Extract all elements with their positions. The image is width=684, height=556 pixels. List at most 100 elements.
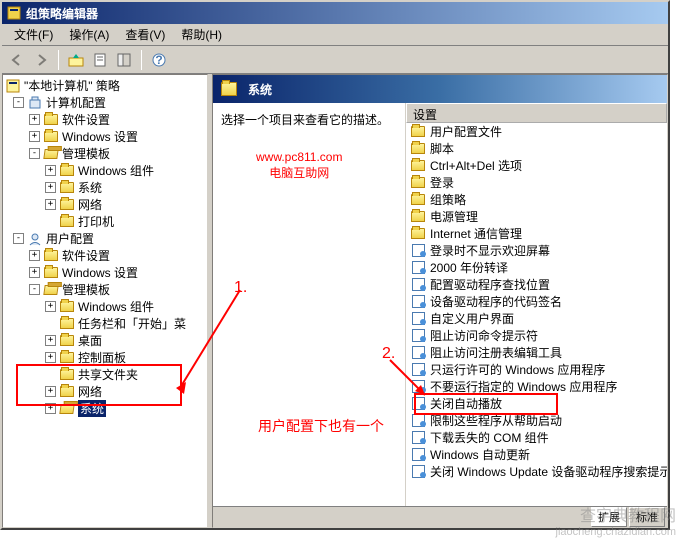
- folder-icon: [410, 210, 426, 224]
- list-item[interactable]: 配置驱动程序查找位置: [406, 276, 667, 293]
- expander[interactable]: -: [29, 284, 40, 295]
- tree-pane[interactable]: "本地计算机" 策略 - 计算机配置 + 软件设置 + Windows 设置 - 管理模…: [2, 74, 208, 528]
- folder-icon: [43, 249, 59, 263]
- list-item-label: 登录: [430, 174, 454, 191]
- list-item-label: Windows 自动更新: [430, 446, 530, 463]
- folder-icon: [59, 198, 75, 212]
- expander[interactable]: +: [45, 335, 56, 346]
- setting-icon: [410, 312, 426, 326]
- expander[interactable]: +: [45, 352, 56, 363]
- config-icon: [27, 232, 43, 246]
- list-item[interactable]: 2000 年份转译: [406, 259, 667, 276]
- list-item[interactable]: 关闭 Windows Update 设备驱动程序搜索提示: [406, 463, 667, 480]
- expander[interactable]: +: [45, 165, 56, 176]
- tree-item[interactable]: 管理模板: [62, 281, 110, 298]
- list-item[interactable]: 电源管理: [406, 208, 667, 225]
- tree-item[interactable]: 共享文件夹: [78, 366, 138, 383]
- tree-item[interactable]: Windows 设置: [62, 128, 138, 145]
- expander[interactable]: +: [45, 182, 56, 193]
- menu-file[interactable]: 文件(F): [6, 24, 61, 45]
- tree-item[interactable]: 任务栏和「开始」菜: [78, 315, 186, 332]
- folder-icon: [59, 164, 75, 178]
- list-item-label: Ctrl+Alt+Del 选项: [430, 157, 522, 174]
- list-item[interactable]: 只运行许可的 Windows 应用程序: [406, 361, 667, 378]
- list-item[interactable]: 阻止访问命令提示符: [406, 327, 667, 344]
- list-item[interactable]: 脚本: [406, 140, 667, 157]
- list-item[interactable]: 关闭自动播放: [406, 395, 667, 412]
- expander[interactable]: +: [45, 301, 56, 312]
- show-hide-button[interactable]: [113, 49, 135, 71]
- list-item[interactable]: 用户配置文件: [406, 123, 667, 140]
- help-button[interactable]: ?: [148, 49, 170, 71]
- right-title: 系统: [248, 81, 272, 98]
- app-icon: [6, 5, 22, 21]
- tree-item[interactable]: Windows 组件: [78, 162, 154, 179]
- folder-icon: [59, 317, 75, 331]
- setting-icon: [410, 397, 426, 411]
- tab-extended[interactable]: 扩展: [591, 507, 627, 527]
- menu-action[interactable]: 操作(A): [61, 24, 117, 45]
- tree-item[interactable]: 打印机: [78, 213, 114, 230]
- folder-icon: [59, 215, 75, 229]
- expander[interactable]: +: [29, 250, 40, 261]
- list-item[interactable]: 下载丢失的 COM 组件: [406, 429, 667, 446]
- folder-icon: [43, 266, 59, 280]
- right-header: 系统: [213, 75, 667, 103]
- window-title: 组策略编辑器: [26, 5, 98, 22]
- folder-icon: [43, 113, 59, 127]
- folder-icon: [59, 402, 75, 416]
- expander[interactable]: +: [29, 267, 40, 278]
- folder-icon: [59, 300, 75, 314]
- forward-button: [30, 49, 52, 71]
- expander[interactable]: -: [13, 97, 24, 108]
- list-item-label: 关闭自动播放: [430, 395, 502, 412]
- tree-item[interactable]: Windows 设置: [62, 264, 138, 281]
- description-text: 选择一个项目来查看它的描述。: [221, 113, 389, 127]
- list-item[interactable]: Windows 自动更新: [406, 446, 667, 463]
- list-item[interactable]: Internet 通信管理: [406, 225, 667, 242]
- list-item[interactable]: 不要运行指定的 Windows 应用程序: [406, 378, 667, 395]
- list-item[interactable]: 自定义用户界面: [406, 310, 667, 327]
- column-header-settings[interactable]: 设置: [406, 103, 667, 123]
- list-item-label: Internet 通信管理: [430, 225, 522, 242]
- tree-item[interactable]: 网络: [78, 383, 102, 400]
- list-item[interactable]: 组策略: [406, 191, 667, 208]
- tree-user-config[interactable]: 用户配置: [46, 230, 94, 247]
- tree-item[interactable]: 软件设置: [62, 111, 110, 128]
- tree-item[interactable]: 管理模板: [62, 145, 110, 162]
- tree-computer-config[interactable]: 计算机配置: [46, 94, 106, 111]
- properties-button[interactable]: [89, 49, 111, 71]
- list-item-label: 组策略: [430, 191, 466, 208]
- expander[interactable]: +: [29, 114, 40, 125]
- tree-item[interactable]: Windows 组件: [78, 298, 154, 315]
- menu-view[interactable]: 查看(V): [117, 24, 173, 45]
- expander[interactable]: -: [13, 233, 24, 244]
- tree-item-system-selected[interactable]: 系统: [78, 400, 106, 417]
- expander[interactable]: +: [45, 199, 56, 210]
- menu-help[interactable]: 帮助(H): [173, 24, 230, 45]
- list-item-label: 配置驱动程序查找位置: [430, 276, 550, 293]
- list-item[interactable]: 设备驱动程序的代码签名: [406, 293, 667, 310]
- list-item[interactable]: 阻止访问注册表编辑工具: [406, 344, 667, 361]
- tab-standard[interactable]: 标准: [629, 507, 665, 527]
- tree-item[interactable]: 软件设置: [62, 247, 110, 264]
- list-item[interactable]: 限制这些程序从帮助启动: [406, 412, 667, 429]
- list-item[interactable]: 登录: [406, 174, 667, 191]
- list-item[interactable]: 登录时不显示欢迎屏幕: [406, 242, 667, 259]
- list-item-label: 电源管理: [430, 208, 478, 225]
- folder-icon: [410, 227, 426, 241]
- tree-item[interactable]: 网络: [78, 196, 102, 213]
- up-button[interactable]: [65, 49, 87, 71]
- expander[interactable]: +: [29, 131, 40, 142]
- folder-icon: [59, 368, 75, 382]
- expander[interactable]: +: [45, 386, 56, 397]
- tree-root[interactable]: "本地计算机" 策略: [24, 77, 120, 94]
- list-item-label: 阻止访问注册表编辑工具: [430, 344, 562, 361]
- expander[interactable]: +: [45, 403, 56, 414]
- tree-item[interactable]: 控制面板: [78, 349, 126, 366]
- tree-item[interactable]: 桌面: [78, 332, 102, 349]
- expander[interactable]: -: [29, 148, 40, 159]
- list-item[interactable]: Ctrl+Alt+Del 选项: [406, 157, 667, 174]
- list-item-label: 用户配置文件: [430, 123, 502, 140]
- tree-item[interactable]: 系统: [78, 179, 102, 196]
